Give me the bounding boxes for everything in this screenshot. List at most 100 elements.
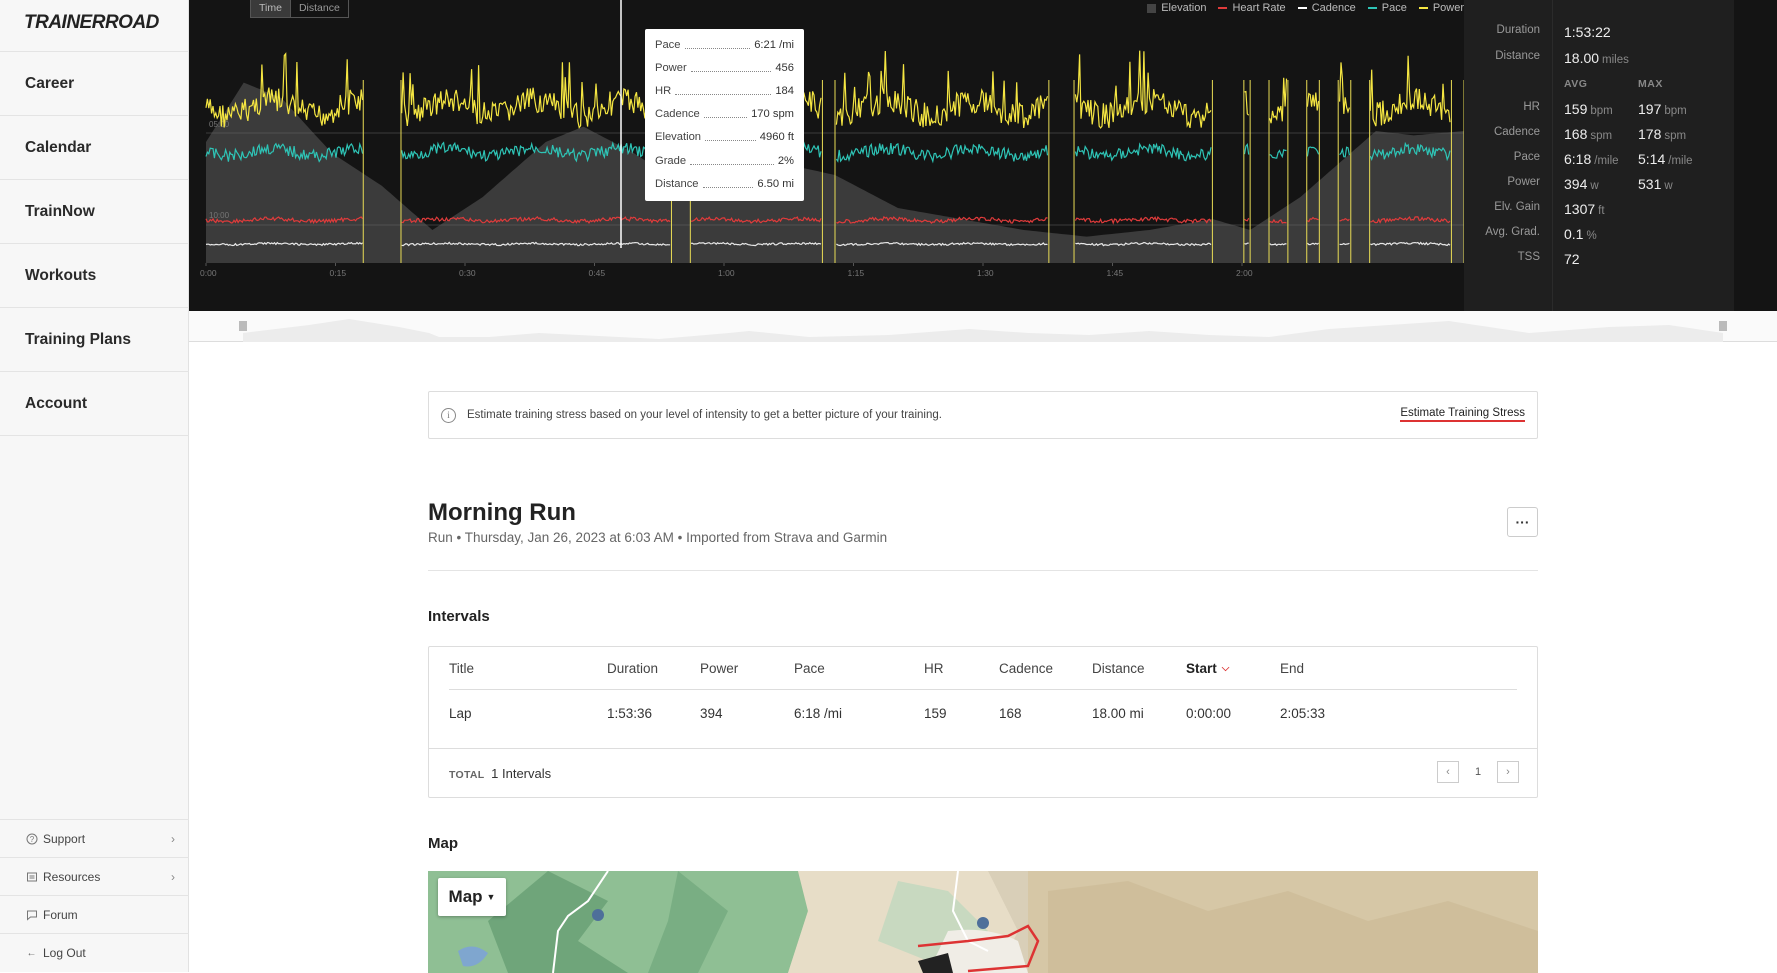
- stat-unit: ft: [1598, 205, 1605, 217]
- legend-power[interactable]: Power: [1418, 2, 1464, 14]
- column-header-title[interactable]: Title: [449, 647, 474, 689]
- stat-value: 1:53:22: [1564, 24, 1611, 40]
- tooltip-key: Pace: [655, 38, 681, 51]
- stat-number: 72: [1564, 251, 1580, 267]
- stat-duration: Duration 1:53:22: [1464, 24, 1734, 40]
- total-value: 1 Intervals: [491, 766, 552, 781]
- highway-marker: [977, 917, 989, 929]
- resources-link[interactable]: Resources ›: [0, 858, 189, 896]
- column-header-distance[interactable]: Distance: [1092, 647, 1145, 689]
- y-tick-label: 10:00: [209, 211, 230, 220]
- intervals-heading: Intervals: [428, 608, 490, 625]
- chart-overview-scrubber[interactable]: [189, 311, 1777, 342]
- column-header-pace[interactable]: Pace: [794, 647, 825, 689]
- column-header-start[interactable]: Start ⌵: [1186, 647, 1229, 689]
- nav-item-calendar[interactable]: Calendar: [0, 116, 189, 180]
- nav-item-trainnow[interactable]: TrainNow: [0, 180, 189, 244]
- scrubber-handle-left[interactable]: [239, 321, 247, 331]
- map-type-label: Map: [448, 887, 483, 906]
- cell-pace: 6:18 /mi: [794, 706, 843, 721]
- main-nav: Career Calendar TrainNow Workouts Traini…: [0, 51, 189, 436]
- stat-label: TSS: [1517, 251, 1540, 263]
- column-header-cadence[interactable]: Cadence: [999, 647, 1053, 689]
- book-icon: [25, 870, 38, 883]
- stat-avg: 1307 ft: [1564, 201, 1605, 217]
- stat-distance: Distance 18.00 miles: [1464, 50, 1734, 66]
- x-tick-label: 1:15: [848, 268, 865, 278]
- stat-value: 18.00 miles: [1564, 50, 1629, 66]
- chevron-down-icon: ▼: [486, 892, 496, 902]
- legend-elevation[interactable]: Elevation: [1147, 2, 1206, 14]
- column-header-hr[interactable]: HR: [924, 647, 944, 689]
- stat-max: 197 bpm: [1638, 101, 1687, 117]
- avg-header: AVG: [1564, 78, 1588, 90]
- map-type-dropdown[interactable]: Map ▼: [438, 878, 506, 916]
- trainerroad-logo[interactable]: TRAINERROAD: [24, 12, 159, 34]
- tooltip-value: 456: [775, 61, 794, 74]
- stat-label: Power: [1507, 176, 1540, 188]
- nav-item-career[interactable]: Career: [0, 52, 189, 116]
- prev-page-button[interactable]: ‹: [1437, 761, 1459, 783]
- toggle-distance[interactable]: Distance: [291, 0, 348, 17]
- stat-number: 18.00: [1564, 50, 1600, 66]
- cell-hr: 159: [924, 706, 947, 721]
- stat-number: 159: [1564, 101, 1588, 117]
- stat-unit: %: [1586, 230, 1597, 242]
- nav-item-training-plans[interactable]: Training Plans: [0, 308, 189, 372]
- nav-item-account[interactable]: Account: [0, 372, 189, 436]
- tooltip-key: Power: [655, 61, 687, 74]
- tooltip-leader: [702, 180, 754, 188]
- legend-heart-rate[interactable]: Heart Rate: [1218, 2, 1286, 14]
- column-header-label: Power: [700, 660, 739, 676]
- logout-link[interactable]: ← Log Out: [0, 934, 189, 972]
- column-header-label: Duration: [607, 660, 659, 676]
- estimate-training-stress-link[interactable]: Estimate Training Stress: [1400, 407, 1525, 422]
- cell-end: 2:05:33: [1280, 706, 1326, 721]
- tooltip-key: Grade: [655, 154, 687, 167]
- tooltip-value: 170 spm: [751, 108, 794, 121]
- stat-label: Pace: [1513, 151, 1540, 163]
- cell-cadence: 168: [999, 706, 1022, 721]
- column-header-end[interactable]: End: [1280, 647, 1304, 689]
- support-link[interactable]: ? Support ›: [0, 820, 189, 858]
- stat-avg: 168 spm: [1564, 126, 1612, 142]
- more-options-button[interactable]: ···: [1507, 507, 1538, 537]
- scrubber-handle-right[interactable]: [1719, 321, 1727, 331]
- stat-label: Cadence: [1493, 126, 1540, 138]
- forum-link[interactable]: Forum: [0, 896, 189, 934]
- stat-number: 5:14: [1638, 151, 1666, 167]
- column-header-power[interactable]: Power: [700, 647, 738, 689]
- stat-unit: spm: [1590, 130, 1613, 142]
- nav-item-workouts[interactable]: Workouts: [0, 244, 189, 308]
- intervals-table: Title Duration Power Pace HR Cadence Distance S…: [428, 646, 1538, 798]
- next-page-button[interactable]: ›: [1497, 761, 1519, 783]
- stat-avg: 0.1%: [1564, 226, 1597, 242]
- stat-max: 178 spm: [1638, 126, 1686, 142]
- stat-power: Power 394 w 531 w: [1464, 176, 1734, 192]
- column-header-duration[interactable]: Duration: [607, 647, 658, 689]
- pagination: ‹ 1 ›: [1437, 761, 1519, 783]
- highway-marker: [592, 909, 604, 921]
- divider: [428, 570, 1538, 571]
- y-tick-label: 05:00: [209, 120, 230, 129]
- question-circle-icon: ?: [25, 832, 38, 845]
- column-header-label: Start: [1186, 660, 1217, 676]
- stat-avg: 72: [1564, 251, 1583, 267]
- table-header-row: Title Duration Power Pace HR Cadence Distance S…: [449, 647, 1517, 690]
- table-row[interactable]: Lap 1:53:36 394 6:18 /mi 159 168 18.00 mi 0:00:…: [449, 690, 1517, 737]
- legend-cadence[interactable]: Cadence: [1297, 2, 1356, 14]
- legend-pace[interactable]: Pace: [1367, 2, 1407, 14]
- stat-max: 5:14/mile: [1638, 151, 1693, 167]
- route-map[interactable]: Map ▼: [428, 871, 1538, 973]
- stat-cadence: Cadence 168 spm 178 spm: [1464, 126, 1734, 142]
- resources-label: Resources: [43, 869, 101, 884]
- stat-label: HR: [1523, 101, 1540, 113]
- x-tick-label: 0:15: [330, 268, 347, 278]
- stat-elv-gain: Elv. Gain 1307 ft: [1464, 201, 1734, 217]
- page-title: Morning Run: [428, 499, 576, 526]
- stat-number: 1307: [1564, 201, 1596, 217]
- workout-graph[interactable]: 05:00 10:00 0:00 0:15 0:30 0:45 1:00 1:15 1:30 1:…: [189, 0, 1464, 290]
- workout-chart: 05:00 10:00 0:00 0:15 0:30 0:45 1:00 1:15 1:30 1:…: [189, 0, 1777, 311]
- toggle-time[interactable]: Time: [251, 0, 291, 17]
- stat-unit: bpm: [1590, 105, 1613, 117]
